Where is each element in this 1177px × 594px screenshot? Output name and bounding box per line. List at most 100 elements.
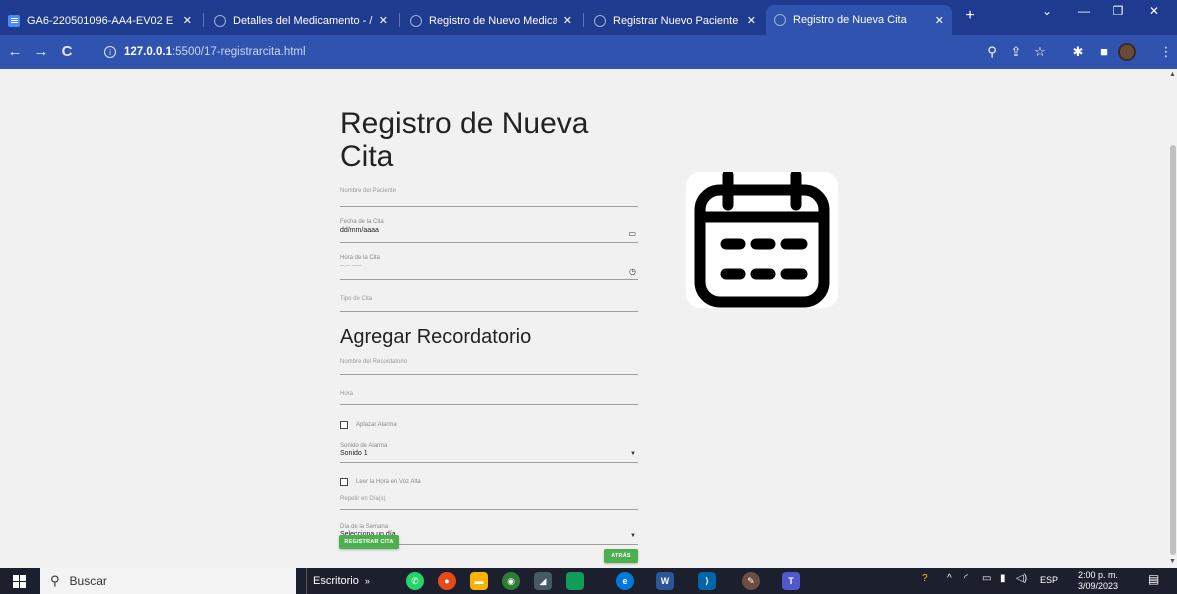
notifications-icon[interactable]: ▤: [1148, 572, 1159, 586]
calendar-icon: [694, 169, 830, 308]
register-appointment-button[interactable]: REGISTRAR CITA: [339, 535, 399, 549]
new-tab-button[interactable]: +: [960, 7, 980, 25]
dropdown-caret-icon: ▼: [630, 533, 636, 539]
sound-label: Sonido de Alarma: [340, 443, 388, 449]
restore-button[interactable]: ❐: [1103, 4, 1133, 18]
repeat-days-field[interactable]: Repetir en Día(s): [340, 492, 638, 510]
calendar-picker-icon[interactable]: ▭: [628, 229, 636, 238]
windows-start-icon[interactable]: [13, 575, 26, 588]
close-tab-icon[interactable]: ✕: [747, 14, 756, 27]
back-arrow-icon[interactable]: ←: [6, 43, 24, 61]
browser-tabstrip: GA6-220501096-AA4-EV02 E ✕ Detalles del …: [0, 0, 1177, 35]
read-aloud-checkbox[interactable]: Leer la Hora en Voz Alta: [340, 478, 638, 486]
forward-arrow-icon[interactable]: →: [32, 43, 50, 61]
back-button[interactable]: ATRÁS: [604, 549, 638, 563]
reminder-name-field[interactable]: Nombre del Recordatorio: [340, 357, 638, 375]
scrollbar-thumb[interactable]: [1170, 145, 1176, 555]
microphone-icon[interactable]: ▮: [1000, 573, 1006, 584]
globe-icon: [594, 14, 606, 27]
close-tab-icon[interactable]: ✕: [563, 14, 572, 27]
chrome-icon[interactable]: ●: [438, 572, 456, 590]
reminder-name-placeholder: Nombre del Recordatorio: [340, 359, 408, 365]
bookmark-star-icon[interactable]: ☆: [1032, 45, 1048, 59]
globe-icon: [214, 14, 226, 27]
weekday-label: Día de la Semana: [340, 524, 389, 530]
appointment-date-field[interactable]: Fecha de la Cita dd/mm/aaaa ▭: [340, 219, 638, 243]
language-indicator[interactable]: ESP: [1040, 575, 1058, 585]
media-app-icon[interactable]: ◉: [502, 572, 520, 590]
reminder-hour-field[interactable]: Hora: [340, 389, 638, 405]
hour-placeholder: Hora: [340, 391, 354, 397]
time-value: --:-- -----: [340, 263, 362, 269]
date-label: Fecha de la Cita: [340, 219, 384, 225]
chevron-right-icon[interactable]: »: [365, 576, 370, 586]
date-value: dd/mm/aaaa: [340, 227, 379, 234]
teams-icon[interactable]: T: [782, 572, 800, 590]
scroll-up-arrow-icon[interactable]: ▲: [1169, 71, 1176, 78]
browser-toolbar: ← → C i 127.0.0.1:5500/17-registrarcita.…: [0, 35, 1177, 69]
tab-registro-cita[interactable]: Registro de Nueva Cita ✕: [766, 5, 952, 35]
address-bar[interactable]: i 127.0.0.1:5500/17-registrarcita.html: [104, 41, 974, 63]
calendar-illustration: [686, 169, 838, 308]
checkbox-box[interactable]: [340, 421, 348, 429]
patient-name-field[interactable]: Nombre del Paciente: [340, 183, 638, 207]
appointment-time-field[interactable]: Hora de la Cita --:-- ----- ◷: [340, 255, 638, 280]
menu-kebab-icon[interactable]: ⋮: [1158, 45, 1174, 59]
tab-registrar-paciente[interactable]: Registrar Nuevo Paciente ✕: [586, 6, 764, 35]
clock-icon[interactable]: ◷: [629, 267, 636, 276]
reminder-heading: Agregar Recordatorio: [340, 326, 532, 348]
share-icon[interactable]: ⇪: [1008, 45, 1024, 59]
tab-search-chevron-icon[interactable]: ⌄: [1032, 4, 1062, 18]
sound-value: Sonido 1: [340, 450, 368, 457]
word-icon[interactable]: W: [656, 572, 674, 590]
tab-registro-medicamento[interactable]: Registro de Nuevo Medicam ✕: [402, 6, 580, 35]
url-path: :5500/17-registrarcita.html: [171, 46, 306, 58]
checkbox-box[interactable]: [340, 478, 348, 486]
vscode-icon[interactable]: ⟩: [698, 572, 716, 590]
wifi-icon[interactable]: ◜: [964, 573, 968, 584]
help-icon[interactable]: ?: [922, 573, 928, 584]
taskbar-search[interactable]: ⚲ Buscar: [40, 568, 296, 594]
alarm-sound-select[interactable]: Sonido de Alarma Sonido 1 ▼: [340, 443, 638, 463]
appointment-form: Registro de Nueva Cita Nombre del Pacien…: [340, 107, 638, 545]
close-window-button[interactable]: ✕: [1139, 4, 1169, 18]
globe-icon: [410, 14, 422, 27]
tab-title: Registro de Nueva Cita: [793, 14, 907, 26]
minimize-button[interactable]: —: [1069, 4, 1099, 18]
battery-icon[interactable]: ▭: [982, 573, 991, 584]
tab-separator: [203, 13, 204, 27]
extensions-puzzle-icon[interactable]: ✱: [1070, 45, 1086, 59]
side-panel-icon[interactable]: ■: [1096, 45, 1112, 59]
close-tab-icon[interactable]: ✕: [183, 14, 192, 27]
globe-icon: [774, 14, 786, 26]
show-hidden-icons-chevron-icon[interactable]: ^: [947, 573, 952, 584]
tab-title: GA6-220501096-AA4-EV02 E: [27, 14, 174, 27]
tab-detalles[interactable]: Detalles del Medicamento - / ✕: [206, 6, 396, 35]
paint-icon[interactable]: ✎: [742, 572, 760, 590]
snooze-checkbox[interactable]: Aplazar Alarma: [340, 421, 638, 429]
whatsapp-icon[interactable]: ✆: [406, 572, 424, 590]
reload-icon[interactable]: C: [58, 43, 76, 61]
taskbar-app-icon[interactable]: [566, 572, 584, 590]
docs-icon: [8, 14, 20, 27]
notes-app-icon[interactable]: ◢: [534, 572, 552, 590]
profile-avatar[interactable]: [1118, 43, 1136, 61]
file-explorer-icon[interactable]: ▬: [470, 572, 488, 590]
close-tab-icon[interactable]: ✕: [379, 14, 388, 27]
scroll-down-arrow-icon[interactable]: ▼: [1169, 558, 1176, 565]
tab-docs[interactable]: GA6-220501096-AA4-EV02 E ✕: [0, 6, 200, 35]
volume-icon[interactable]: ◁): [1016, 573, 1027, 584]
taskbar-clock[interactable]: 2:00 p. m. 3/09/2023: [1078, 570, 1118, 592]
tab-separator: [399, 13, 400, 27]
zoom-icon[interactable]: ⚲: [984, 45, 1000, 59]
desktop-toolbar[interactable]: Escritorio »: [306, 568, 376, 594]
clock-date: 3/09/2023: [1078, 581, 1119, 591]
appointment-type-field[interactable]: Tipo de Cita: [340, 292, 638, 312]
url-host: 127.0.0.1: [124, 46, 172, 58]
read-aloud-label: Leer la Hora en Voz Alta: [356, 479, 421, 485]
desktop-label: Escritorio: [313, 575, 359, 587]
info-icon[interactable]: i: [104, 46, 116, 58]
type-placeholder: Tipo de Cita: [340, 296, 373, 302]
close-tab-icon[interactable]: ✕: [935, 14, 944, 27]
edge-icon[interactable]: e: [616, 572, 634, 590]
